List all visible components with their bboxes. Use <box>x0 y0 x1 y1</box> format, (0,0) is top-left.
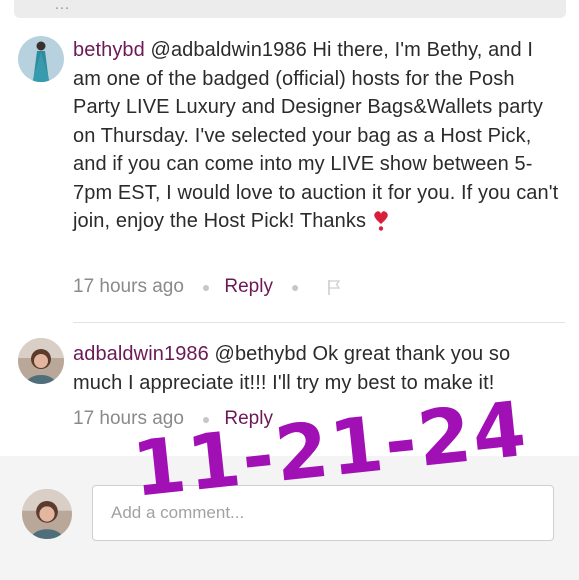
comment-body: adbaldwin1986 @bethybd Ok great thank yo… <box>73 340 565 397</box>
separator-dot: ● <box>201 411 211 427</box>
comment-body: bethybd @adbaldwin1986 Hi there, I'm Bet… <box>73 36 565 236</box>
comment-text: @adbaldwin1986 Hi there, I'm Bethy, and … <box>73 39 559 232</box>
comment-meta: 17 hours ago ● Reply ● <box>73 276 341 298</box>
separator-dot: ● <box>201 279 211 295</box>
reply-button[interactable]: Reply <box>224 276 273 298</box>
avatar[interactable] <box>18 338 64 384</box>
separator-dot: ● <box>290 279 300 295</box>
comment-username[interactable]: bethybd <box>73 39 145 61</box>
comment-meta: 17 hours ago ● Reply <box>73 408 273 430</box>
comment-divider <box>73 322 565 323</box>
reply-button[interactable]: Reply <box>224 408 273 430</box>
previous-comment-fragment: … <box>54 0 70 13</box>
previous-comment-box: … <box>14 0 566 18</box>
heart-exclamation-icon <box>372 209 390 231</box>
avatar[interactable] <box>18 36 64 82</box>
comment-timestamp: 17 hours ago <box>73 276 184 297</box>
comment-timestamp: 17 hours ago <box>73 408 184 429</box>
flag-icon[interactable] <box>327 279 341 295</box>
current-user-avatar <box>22 489 72 539</box>
comment-input[interactable] <box>92 485 554 541</box>
comment-username[interactable]: adbaldwin1986 <box>73 343 209 365</box>
